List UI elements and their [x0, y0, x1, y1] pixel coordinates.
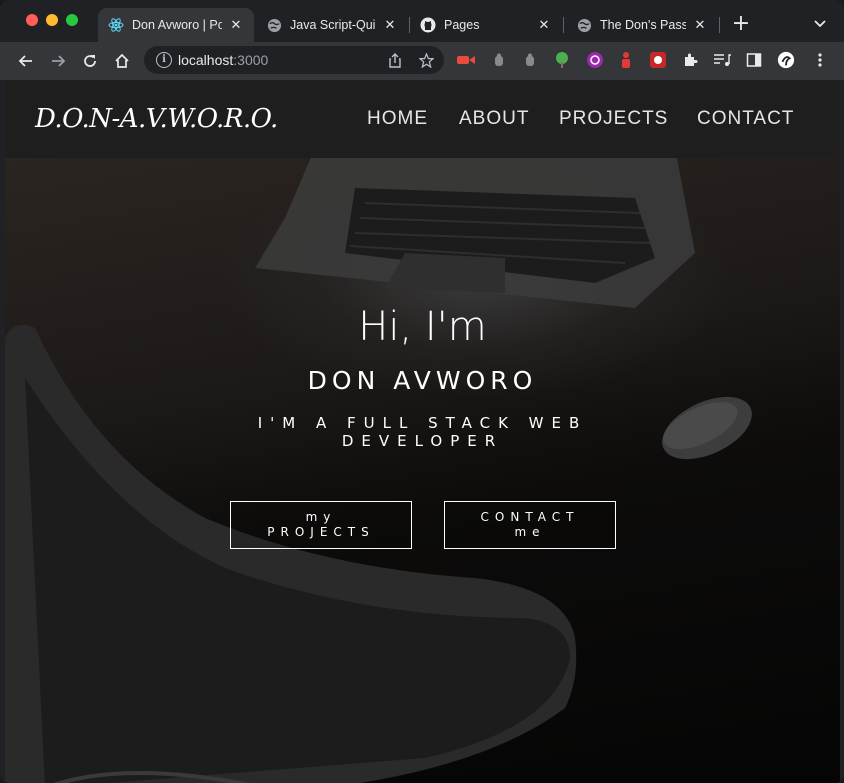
tab-close-icon[interactable]: ✕: [382, 17, 398, 33]
new-tab-button[interactable]: +: [730, 13, 752, 36]
tab-strip: Don Avworo | Po ✕ Java Script-Qui ✕ Page…: [0, 0, 844, 42]
my-projects-button[interactable]: my PROJECTS: [230, 501, 412, 549]
profile-avatar-icon[interactable]: [777, 51, 795, 69]
hero-role-line-1: I'M A FULL STACK WEB: [257, 414, 588, 432]
hero-background: [5, 158, 840, 783]
purple-circle-extension-icon[interactable]: [586, 51, 604, 69]
reload-button[interactable]: [79, 50, 101, 72]
my-projects-line-1: my: [305, 510, 337, 524]
red-figure-extension-icon[interactable]: [617, 51, 635, 69]
nav-about[interactable]: ABOUT: [459, 108, 529, 130]
tab-close-icon[interactable]: ✕: [228, 17, 244, 33]
extension-gray-icon[interactable]: [521, 51, 539, 69]
laptop-image: [255, 158, 695, 308]
side-panel-icon[interactable]: [745, 51, 763, 69]
back-button[interactable]: [15, 50, 37, 72]
tab-title: Java Script-Qui: [290, 18, 376, 32]
minimize-window-button[interactable]: [46, 14, 58, 26]
hero-role-line-2: DEVELOPER: [341, 432, 504, 450]
video-extension-icon[interactable]: [457, 51, 475, 69]
browser-menu-icon[interactable]: [811, 51, 829, 69]
url-port: :3000: [233, 52, 269, 68]
hero-role: I'M A FULL STACK WEB DEVELOPER: [5, 414, 840, 450]
site-info-icon[interactable]: i: [156, 52, 172, 68]
extensions-puzzle-icon[interactable]: [681, 51, 699, 69]
tab-title: Pages: [444, 18, 480, 32]
site-navbar: D.O.N-A.V.W.O.R.O. HOME ABOUT PROJECTS C…: [5, 80, 840, 158]
red-square-extension-icon[interactable]: [649, 51, 667, 69]
globe-icon: [576, 17, 592, 33]
react-icon: [108, 17, 124, 33]
close-window-button[interactable]: [26, 14, 38, 26]
url-host: localhost: [178, 52, 234, 68]
globe-icon: [266, 17, 282, 33]
tab-title: Don Avworo | Po: [132, 18, 222, 32]
browser-window: Don Avworo | Po ✕ Java Script-Qui ✕ Page…: [0, 0, 844, 783]
github-icon: [420, 17, 436, 33]
arrow-right-icon: [52, 55, 66, 67]
tab-separator: [563, 17, 564, 33]
address-bar[interactable]: i localhost:3000: [144, 46, 444, 74]
maximize-window-button[interactable]: [66, 14, 78, 26]
tab-close-icon[interactable]: ✕: [692, 17, 708, 33]
share-icon[interactable]: [386, 51, 404, 69]
contact-me-line-2: me: [514, 525, 546, 539]
tab-javascript-quiz[interactable]: Java Script-Qui ✕: [256, 8, 408, 42]
reload-icon: [84, 55, 96, 67]
home-icon: [115, 53, 129, 68]
tab-title: The Don's Passw: [600, 18, 686, 32]
hero-greeting: Hi, I'm: [358, 304, 487, 350]
my-projects-line-2: PROJECTS: [267, 525, 375, 539]
hero-name: DON AVWORO: [307, 366, 538, 395]
tab-don-avworo[interactable]: Don Avworo | Po ✕: [98, 8, 254, 42]
star-icon[interactable]: [417, 51, 435, 69]
url-text: localhost:3000: [178, 52, 268, 68]
tab-dons-password[interactable]: The Don's Passw ✕: [566, 8, 718, 42]
nav-home[interactable]: HOME: [367, 108, 428, 130]
arrow-left-icon: [18, 55, 32, 67]
tab-separator: [719, 17, 720, 33]
nav-contact[interactable]: CONTACT: [697, 108, 794, 130]
tree-extension-icon[interactable]: [553, 51, 571, 69]
tab-search-button[interactable]: [810, 14, 830, 34]
site-logo[interactable]: D.O.N-A.V.W.O.R.O.: [35, 104, 278, 134]
extension-puzzle-gray-icon[interactable]: [490, 51, 508, 69]
forward-button[interactable]: [47, 50, 69, 72]
chevron-down-icon: [814, 20, 826, 28]
contact-me-line-1: CONTACT: [480, 510, 580, 524]
webpage-viewport: D.O.N-A.V.W.O.R.O. HOME ABOUT PROJECTS C…: [5, 80, 840, 783]
contact-me-button[interactable]: CONTACT me: [444, 501, 616, 549]
nav-projects[interactable]: PROJECTS: [559, 108, 668, 130]
home-button[interactable]: [111, 50, 133, 72]
tab-close-icon[interactable]: ✕: [536, 17, 552, 33]
media-controls-icon[interactable]: [713, 51, 731, 69]
tab-pages[interactable]: Pages ✕: [410, 8, 562, 42]
